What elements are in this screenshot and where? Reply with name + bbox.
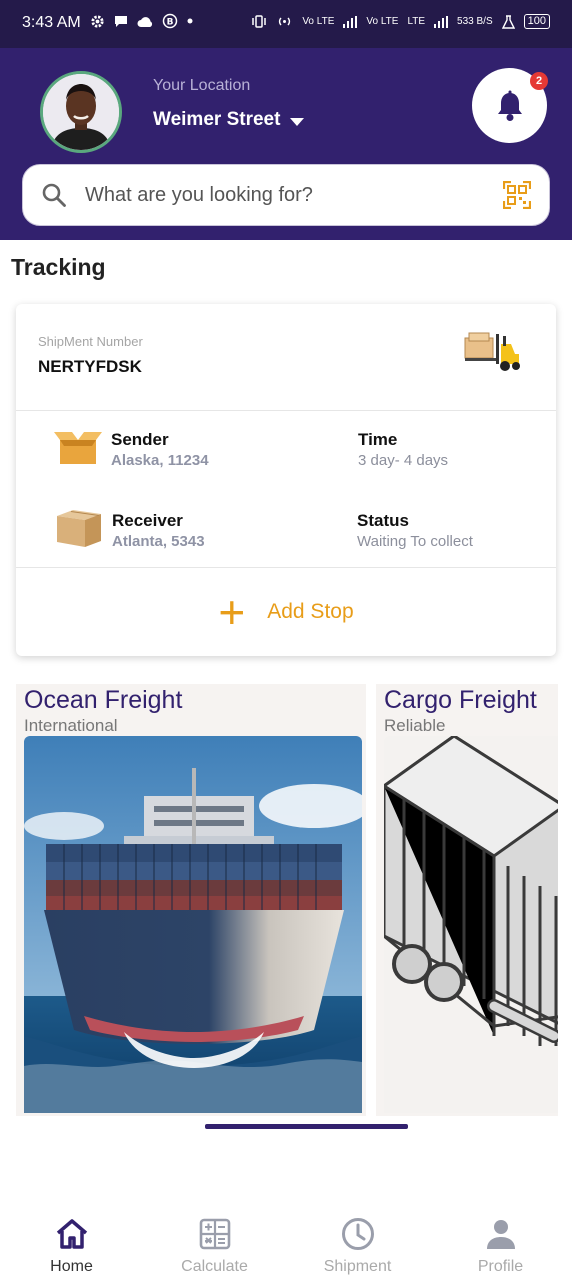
receiver-value: Atlanta, 5343 (112, 533, 205, 550)
chat-bubble-icon (115, 15, 127, 27)
closed-box-icon (57, 510, 101, 547)
cargo-ship-icon (24, 736, 362, 1113)
nav-label-home: Home (50, 1258, 93, 1275)
tracking-card[interactable]: ShipMent Number NERTYFDSK Sender Alaska,… (16, 304, 556, 656)
avatar[interactable] (40, 71, 122, 153)
plus-icon: + (218, 586, 246, 638)
divider (16, 410, 556, 411)
status-left-icons: B (90, 13, 194, 29)
freight-subtitle: Reliable (384, 716, 446, 735)
signal-1-icon (343, 15, 358, 28)
open-box-icon (54, 432, 102, 464)
status-value: Waiting To collect (357, 533, 473, 550)
freight-title: Cargo Freight (384, 686, 537, 714)
freight-subtitle: International (24, 716, 118, 735)
clock-icon (341, 1218, 374, 1250)
add-stop-button[interactable]: + Add Stop (16, 568, 556, 656)
notification-badge: 2 (530, 72, 548, 90)
battery-indicator: 100 (523, 14, 550, 29)
app-header: Your Location Weimer Street 2 What are y… (0, 48, 572, 240)
truck-trailer-icon (384, 736, 558, 1113)
tracking-title: Tracking (11, 254, 106, 280)
shipment-number-value: NERTYFDSK (38, 357, 142, 376)
nav-label-profile: Profile (477, 1258, 524, 1275)
cargo-freight-image (384, 736, 558, 1116)
shipment-number-label: ShipMent Number (38, 334, 143, 349)
bottom-nav: Home Calculate Shipment Profile (0, 1196, 572, 1280)
bell-icon (497, 90, 522, 121)
nav-profile[interactable]: Profile (429, 1196, 572, 1280)
calculator-icon (199, 1218, 230, 1250)
nav-label-calculate: Calculate (181, 1258, 248, 1275)
location-label: Your Location (153, 77, 251, 94)
time-value: 3 day- 4 days (358, 452, 449, 469)
nav-label-shipment: Shipment (323, 1258, 392, 1275)
ocean-freight-card[interactable]: Ocean Freight International (16, 684, 366, 1116)
forklift-icon (464, 332, 520, 371)
add-stop-label: Add Stop (267, 600, 354, 623)
status-time: 3:43 AM (22, 14, 81, 31)
time-label: Time (358, 430, 398, 449)
hotspot-icon (279, 17, 291, 26)
freight-title: Ocean Freight (24, 686, 183, 714)
search-icon (42, 183, 66, 207)
caret-down-icon (290, 117, 305, 126)
flask-icon (501, 14, 515, 29)
search-input[interactable]: What are you looking for? (85, 184, 503, 207)
status-label: Status (357, 511, 409, 530)
person-icon (486, 1220, 515, 1249)
volte-2-label: Vo LTE (366, 16, 399, 27)
home-icon (56, 1219, 87, 1249)
carousel-indicator (205, 1124, 408, 1129)
sender-label: Sender (111, 430, 169, 449)
cloud-icon (137, 16, 153, 27)
cargo-freight-card[interactable]: Cargo Freight Reliable (376, 684, 558, 1116)
settings-gear-icon (91, 14, 104, 28)
nav-calculate[interactable]: Calculate (143, 1196, 286, 1280)
dot-icon (187, 18, 193, 24)
user-photo-icon (43, 74, 119, 150)
volte-1-label: Vo LTE (302, 16, 335, 27)
ocean-freight-image (24, 736, 362, 1116)
nav-shipment[interactable]: Shipment (286, 1196, 429, 1280)
nav-home[interactable]: Home (0, 1196, 143, 1280)
status-right-icons: Vo LTE Vo LTE LTE 533 B/S 100 (251, 14, 550, 29)
vibrate-icon (252, 15, 267, 28)
signal-2-icon (434, 15, 449, 28)
network-speed: 533 B/S (457, 16, 493, 27)
location-value: Weimer Street (153, 109, 281, 130)
lte-label: LTE (407, 16, 426, 27)
status-bar: 3:43 AM B Vo LTE Vo LTE LTE 533 B/S 100 (0, 0, 572, 48)
b-circle-icon: B (162, 13, 178, 29)
sender-value: Alaska, 11234 (111, 452, 209, 469)
location-selector[interactable]: Weimer Street (153, 109, 305, 131)
svg-text:B: B (167, 18, 174, 28)
receiver-label: Receiver (112, 511, 183, 530)
qr-scan-icon[interactable] (503, 181, 531, 209)
search-bar[interactable]: What are you looking for? (22, 164, 550, 226)
